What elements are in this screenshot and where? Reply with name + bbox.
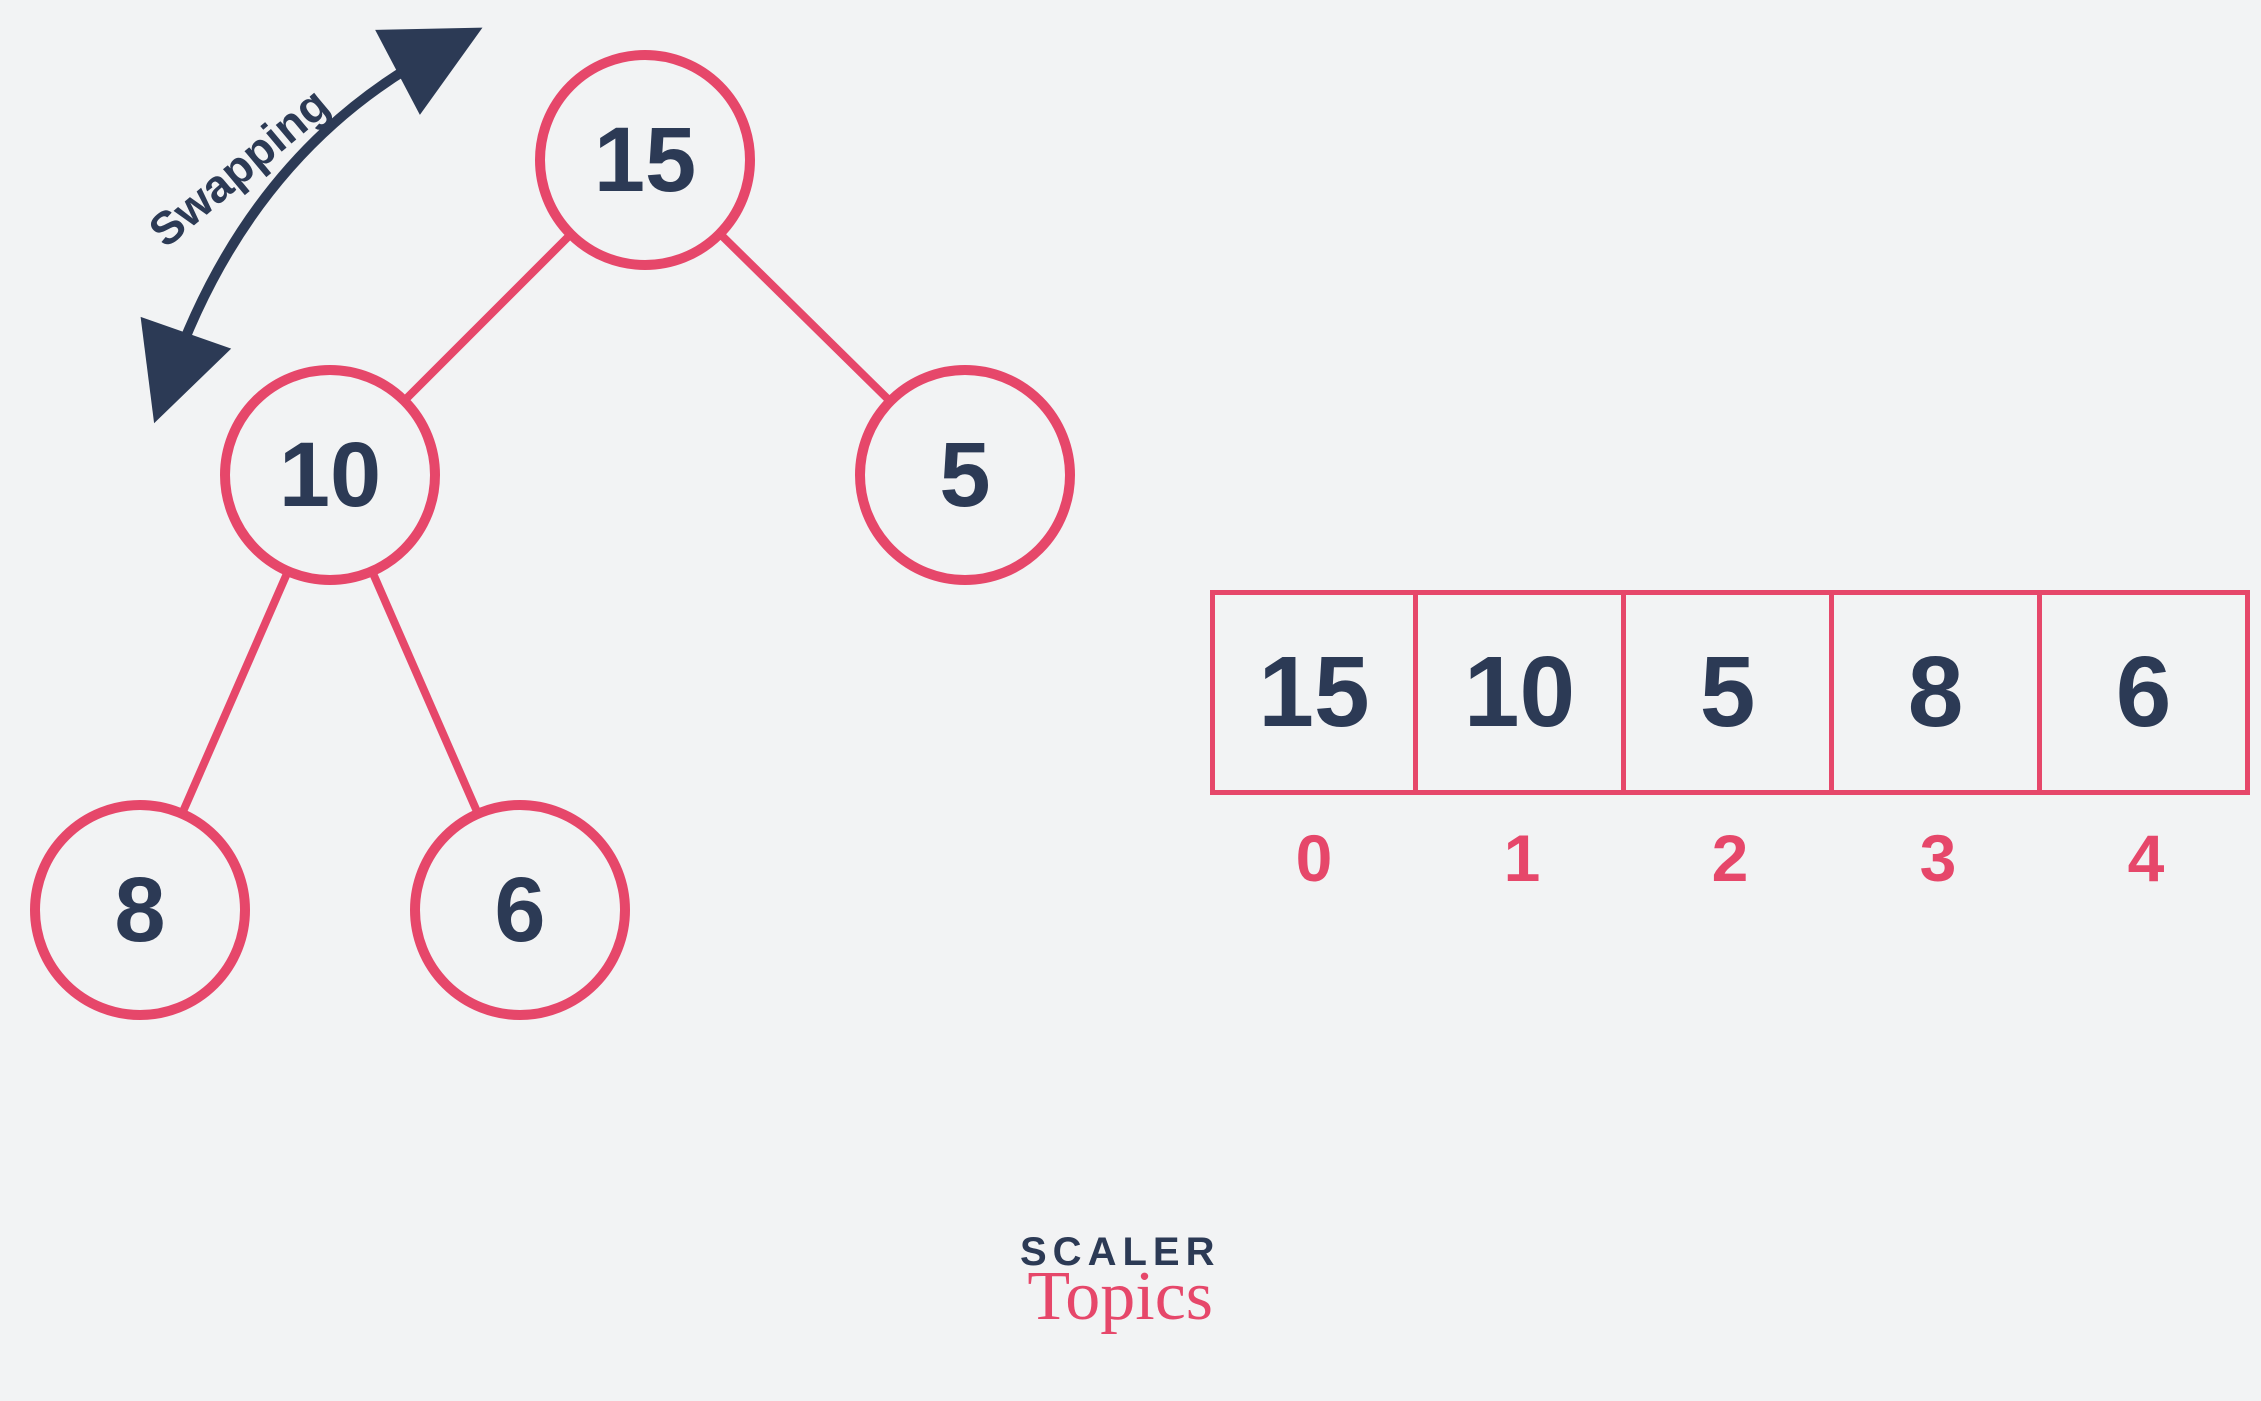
array-container: 15 10 5 8 6 bbox=[1210, 590, 2250, 795]
array-cell-2: 5 bbox=[1626, 590, 1834, 795]
array-cell-1: 10 bbox=[1418, 590, 1626, 795]
array-indices: 0 1 2 3 4 bbox=[1210, 820, 2250, 896]
node-lleft-value: 8 bbox=[114, 864, 165, 956]
array-index-3: 3 bbox=[1834, 820, 2042, 896]
node-right-value: 5 bbox=[939, 429, 990, 521]
diagram-canvas: 15 10 5 8 6 Swapping 15 10 5 8 6 0 1 2 3… bbox=[0, 0, 2261, 1401]
array-cell-0: 15 bbox=[1210, 590, 1418, 795]
array-cell-3: 8 bbox=[1834, 590, 2042, 795]
node-left-value: 10 bbox=[279, 429, 381, 521]
brand-logo: SCALER Topics bbox=[1020, 1230, 1220, 1337]
array-index-4: 4 bbox=[2042, 820, 2250, 896]
array-index-2: 2 bbox=[1626, 820, 1834, 896]
node-root-value: 15 bbox=[594, 114, 696, 206]
array-index-1: 1 bbox=[1418, 820, 1626, 896]
array-index-0: 0 bbox=[1210, 820, 1418, 896]
node-lright-value: 6 bbox=[494, 864, 545, 956]
logo-line2: Topics bbox=[1020, 1257, 1220, 1337]
array-cell-4: 6 bbox=[2042, 590, 2250, 795]
